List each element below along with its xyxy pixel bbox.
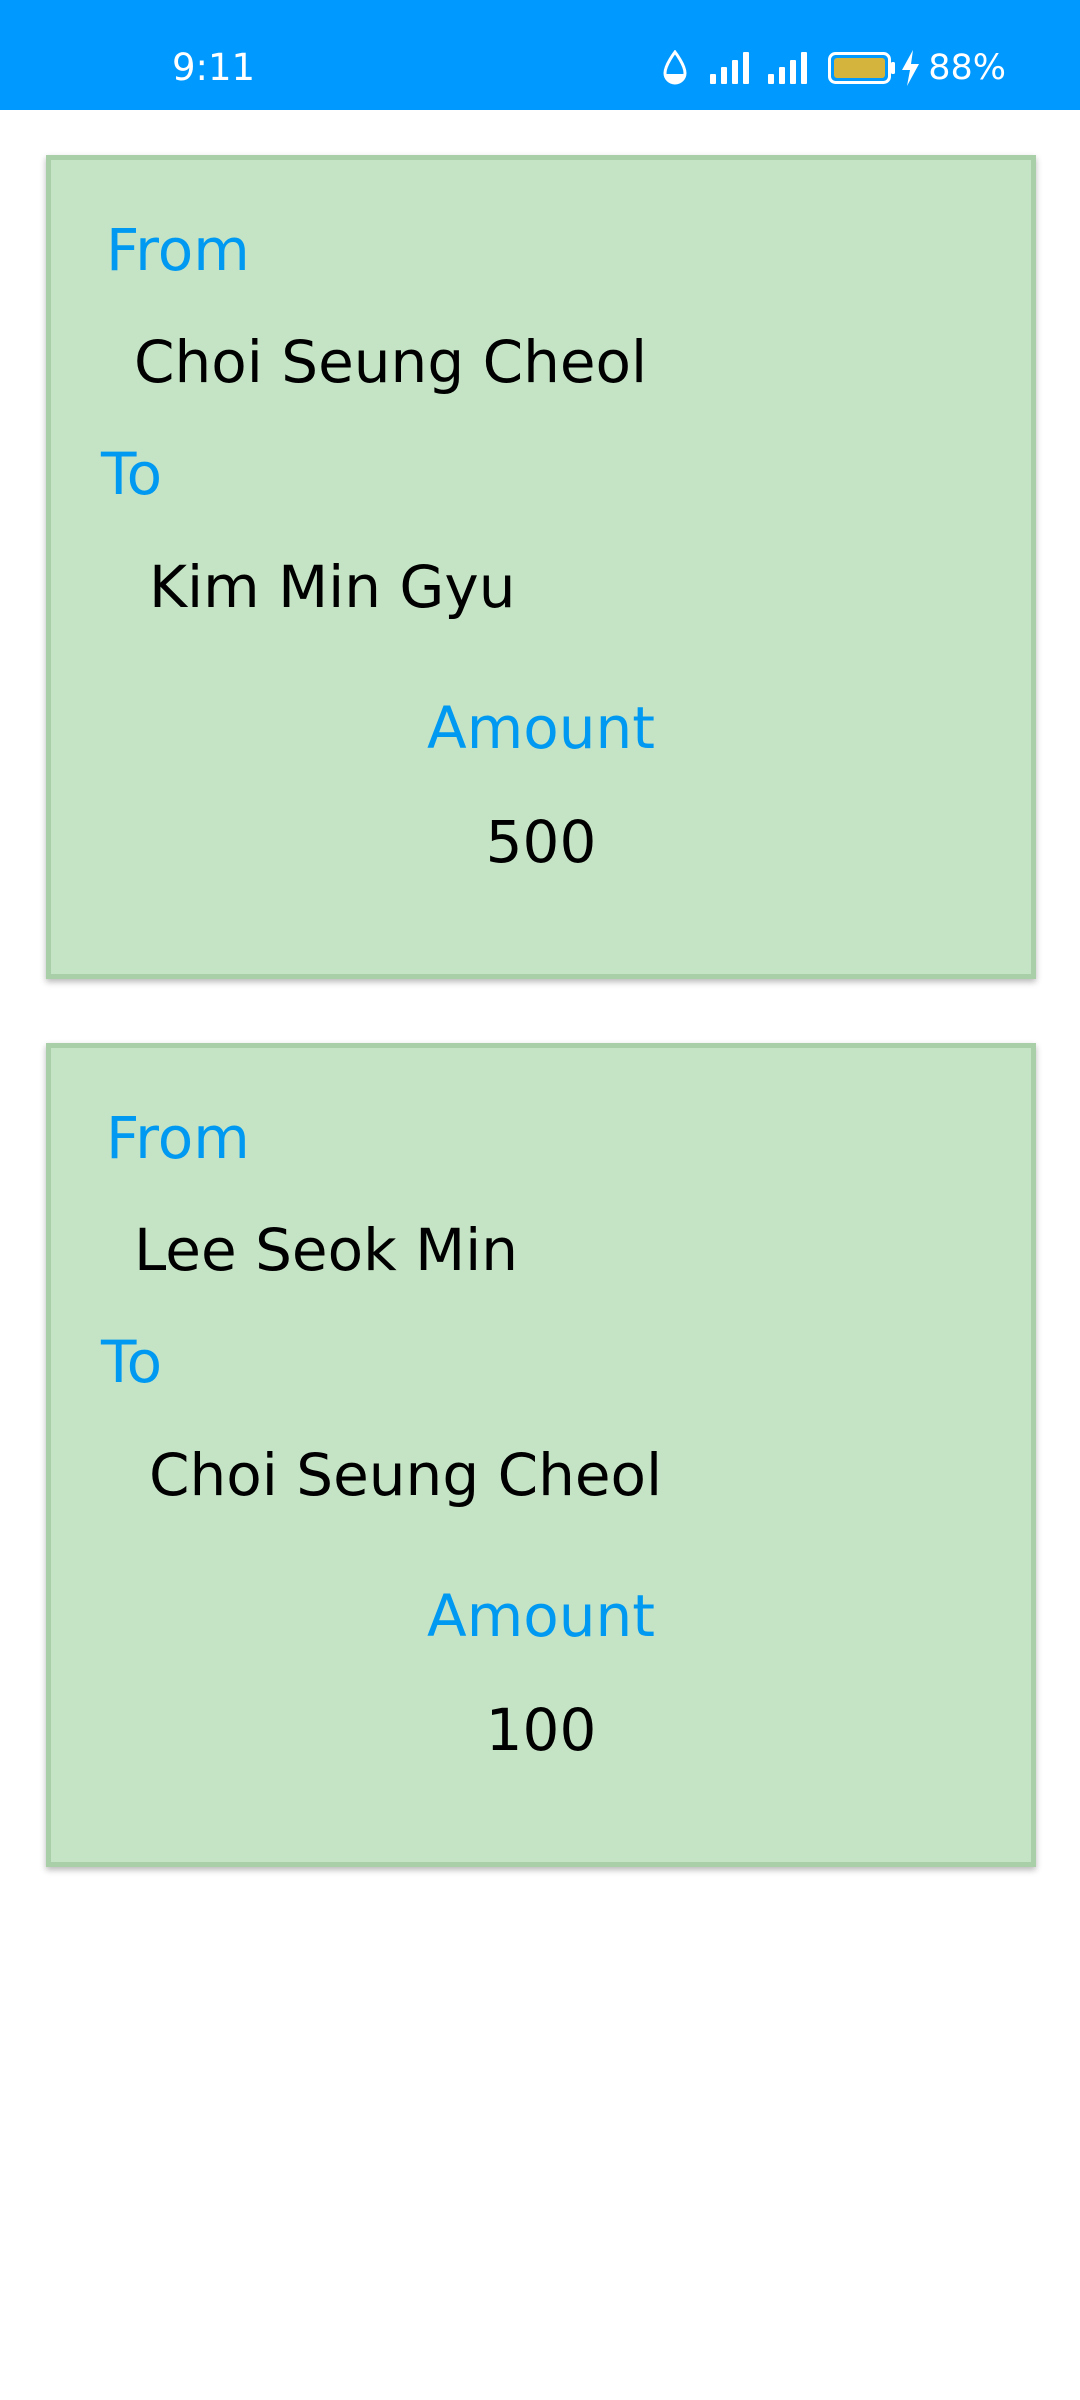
from-label: From bbox=[106, 216, 250, 284]
amount-label: Amount bbox=[427, 1582, 655, 1650]
from-value: Choi Seung Cheol bbox=[134, 328, 648, 396]
status-time: 9:11 bbox=[172, 46, 256, 89]
to-label: To bbox=[101, 1328, 163, 1396]
from-value: Lee Seok Min bbox=[134, 1216, 519, 1284]
transaction-card[interactable]: From Lee Seok Min To Choi Seung Cheol Am… bbox=[46, 1043, 1036, 1867]
amount-value: 500 bbox=[485, 808, 597, 876]
transaction-card[interactable]: From Choi Seung Cheol To Kim Min Gyu Amo… bbox=[46, 155, 1036, 979]
to-value: Choi Seung Cheol bbox=[149, 1441, 663, 1509]
status-icons: 88% bbox=[662, 48, 1006, 88]
signal-strength-icon bbox=[710, 52, 752, 84]
to-value: Kim Min Gyu bbox=[149, 553, 516, 621]
battery-percentage: 88% bbox=[928, 48, 1006, 88]
amount-label: Amount bbox=[427, 694, 655, 762]
from-label: From bbox=[106, 1104, 250, 1172]
signal-strength-icon bbox=[768, 52, 810, 84]
charging-bolt-icon bbox=[900, 50, 920, 86]
status-bar: 9:11 88% bbox=[0, 0, 1080, 110]
amount-value: 100 bbox=[485, 1696, 597, 1764]
battery-icon bbox=[828, 52, 896, 84]
water-drop-icon bbox=[662, 50, 688, 86]
to-label: To bbox=[101, 440, 163, 508]
